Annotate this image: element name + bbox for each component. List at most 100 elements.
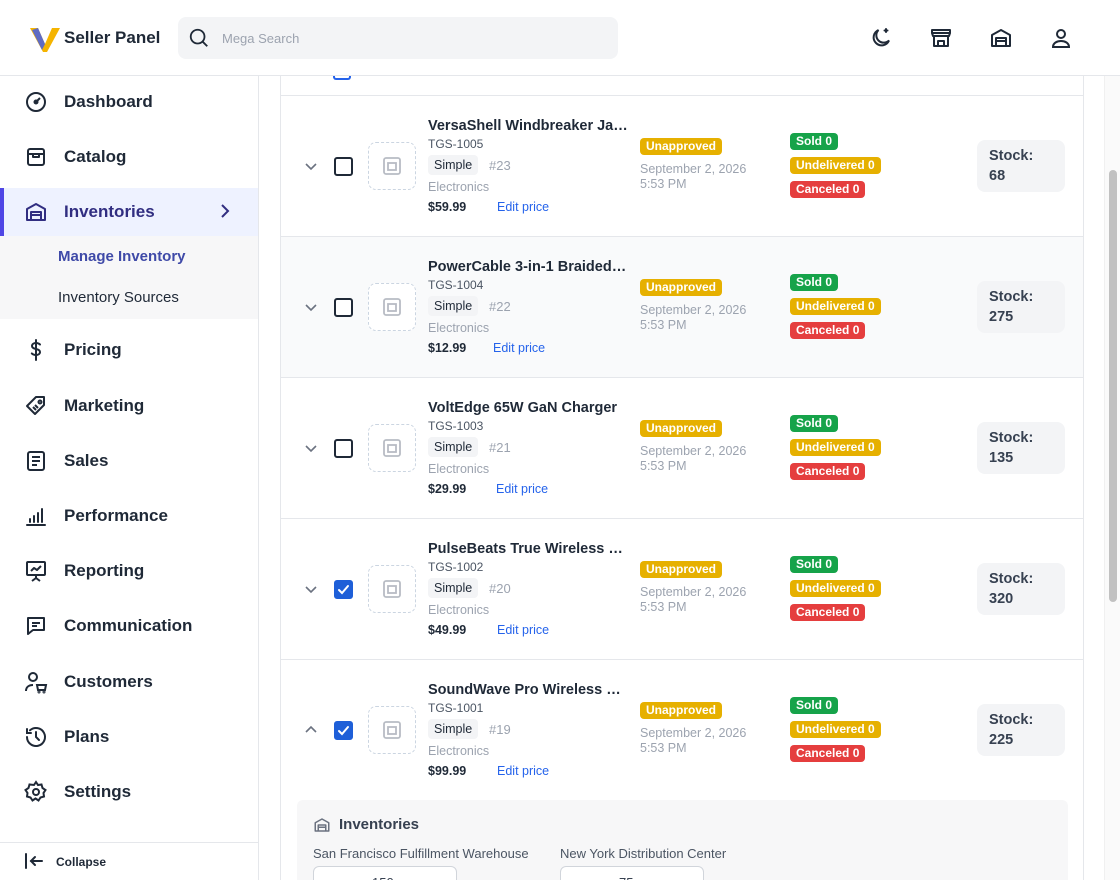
inventory-list: VersaShell Windbreaker Jacket TGS-1005 S… [280,76,1084,880]
sidebar-item-label: Customers [64,672,153,691]
top-header: Seller Panel [0,0,1120,76]
product-name[interactable]: PulseBeats True Wireless Earbuds [428,541,628,557]
table-row[interactable]: PulseBeats True Wireless Earbuds TGS-100… [281,519,1083,660]
edit-price-link[interactable]: Edit price [497,764,549,778]
canceled-badge: Canceled 0 [790,604,866,621]
status-badge: Unapproved [640,138,723,155]
user-icon[interactable] [1049,26,1073,50]
inventory-qty-input[interactable]: 150 [313,866,457,880]
sidebar-item-customers[interactable]: Customers [0,658,258,706]
date-text: September 2, 2026 [640,726,747,740]
status-badge: Unapproved [640,561,723,578]
sidebar-subitem-manage-inventory[interactable]: Manage Inventory [58,248,186,265]
sidebar-item-label: Reporting [64,561,145,580]
table-row[interactable]: VoltEdge 65W GaN Charger TGS-1003 Simple… [281,378,1083,519]
chevron-down-icon[interactable] [303,581,319,597]
sidebar-item-label: Communication [64,616,193,635]
sidebar-item-catalog[interactable]: Catalog [0,133,258,181]
page-scrollbar[interactable] [1104,76,1120,880]
product-thumbnail [368,424,416,472]
canceled-badge: Canceled 0 [790,463,866,480]
product-thumbnail [368,706,416,754]
sidebar-item-reporting[interactable]: Reporting [0,547,258,595]
inventory-source-label: New York Distribution Center [560,846,727,861]
chevron-right-icon [221,204,230,218]
image-placeholder-icon [383,721,401,739]
edit-price-link[interactable]: Edit price [496,482,548,496]
chevron-up-icon[interactable] [303,722,319,738]
edit-price-link[interactable]: Edit price [497,623,549,637]
store-icon[interactable] [929,26,953,50]
stock-value: 135 [989,450,1014,466]
mega-search[interactable] [178,17,618,59]
row-checkbox[interactable] [334,721,353,740]
scrollbar-thumb[interactable] [1109,170,1117,602]
warehouse-icon [26,203,46,221]
brand-name: Seller Panel [64,28,161,47]
edit-price-link[interactable]: Edit price [493,341,545,355]
table-row[interactable]: SoundWave Pro Wireless Headphones TGS-10… [281,660,1083,801]
sidebar-item-label: Performance [64,506,168,525]
warehouse-icon[interactable] [989,26,1013,50]
sidebar-item-dashboard[interactable]: Dashboard [0,78,258,126]
collapse-left-icon [25,853,43,869]
sidebar-item-communication[interactable]: Communication [0,602,258,650]
sidebar-item-plans[interactable]: Plans [0,713,258,761]
table-row[interactable]: VersaShell Windbreaker Jacket TGS-1005 S… [281,96,1083,237]
moon-icon[interactable] [869,26,893,50]
catalog-icon [27,148,45,166]
row-checkbox[interactable] [334,157,353,176]
product-name[interactable]: PowerCable 3-in-1 Braided Cable [428,259,628,275]
undelivered-badge: Undelivered 0 [790,580,881,597]
row-checkbox[interactable] [333,76,351,80]
collapse-sidebar-button[interactable]: Collapse [0,842,258,880]
sidebar-item-inventories[interactable]: Inventories [0,188,258,236]
image-placeholder-icon [383,298,401,316]
inventory-qty-input[interactable]: 75 [560,866,704,880]
sidebar-item-pricing[interactable]: Pricing [0,326,258,374]
date-text: September 2, 2026 [640,162,747,176]
product-price: $49.99 [428,623,467,637]
sidebar-item-sales[interactable]: Sales [0,437,258,485]
sidebar-item-marketing[interactable]: Marketing [0,382,258,430]
sidebar-subitem-inventory-sources[interactable]: Inventory Sources [58,289,179,306]
stock-value: 68 [989,168,1006,184]
product-name[interactable]: SoundWave Pro Wireless Headphones [428,682,628,698]
product-name[interactable]: VersaShell Windbreaker Jacket [428,118,628,134]
history-icon [26,727,46,747]
search-input[interactable] [222,17,602,59]
chevron-down-icon[interactable] [303,440,319,456]
product-name[interactable]: VoltEdge 65W GaN Charger [428,400,628,416]
canceled-badge: Canceled 0 [790,745,866,762]
undelivered-badge: Undelivered 0 [790,439,881,456]
sidebar-item-settings[interactable]: Settings [0,768,258,816]
chevron-down-icon[interactable] [303,158,319,174]
status-badge: Unapproved [640,279,723,296]
receipt-icon [27,451,45,471]
product-sku: TGS-1004 [428,278,484,292]
time-text: 5:53 PM [640,318,687,332]
date-text: September 2, 2026 [640,444,747,458]
edit-price-link[interactable]: Edit price [497,200,549,214]
tag-icon [26,396,45,415]
row-checkbox[interactable] [334,580,353,599]
inventories-submenu: Manage Inventory Inventory Sources [0,236,258,319]
stock-value: 320 [989,591,1014,607]
search-icon [189,28,208,47]
stock-box: Stock: 135 [977,422,1065,474]
dollar-icon [30,339,42,361]
created-date: September 2, 2026 5:53 PM [640,303,770,333]
row-checkbox[interactable] [334,439,353,458]
sidebar-item-performance[interactable]: Performance [0,492,258,540]
product-category: Electronics [428,321,490,335]
image-placeholder-icon [383,157,401,175]
inventory-source-label: San Francisco Fulfillment Warehouse [313,846,529,861]
chevron-down-icon[interactable] [303,299,319,315]
time-text: 5:53 PM [640,600,687,614]
product-category: Electronics [428,603,490,617]
stock-box: Stock: 320 [977,563,1065,615]
product-sku: TGS-1003 [428,419,484,433]
sold-badge: Sold 0 [790,697,839,714]
table-row[interactable]: PowerCable 3-in-1 Braided Cable TGS-1004… [281,237,1083,378]
row-checkbox[interactable] [334,298,353,317]
